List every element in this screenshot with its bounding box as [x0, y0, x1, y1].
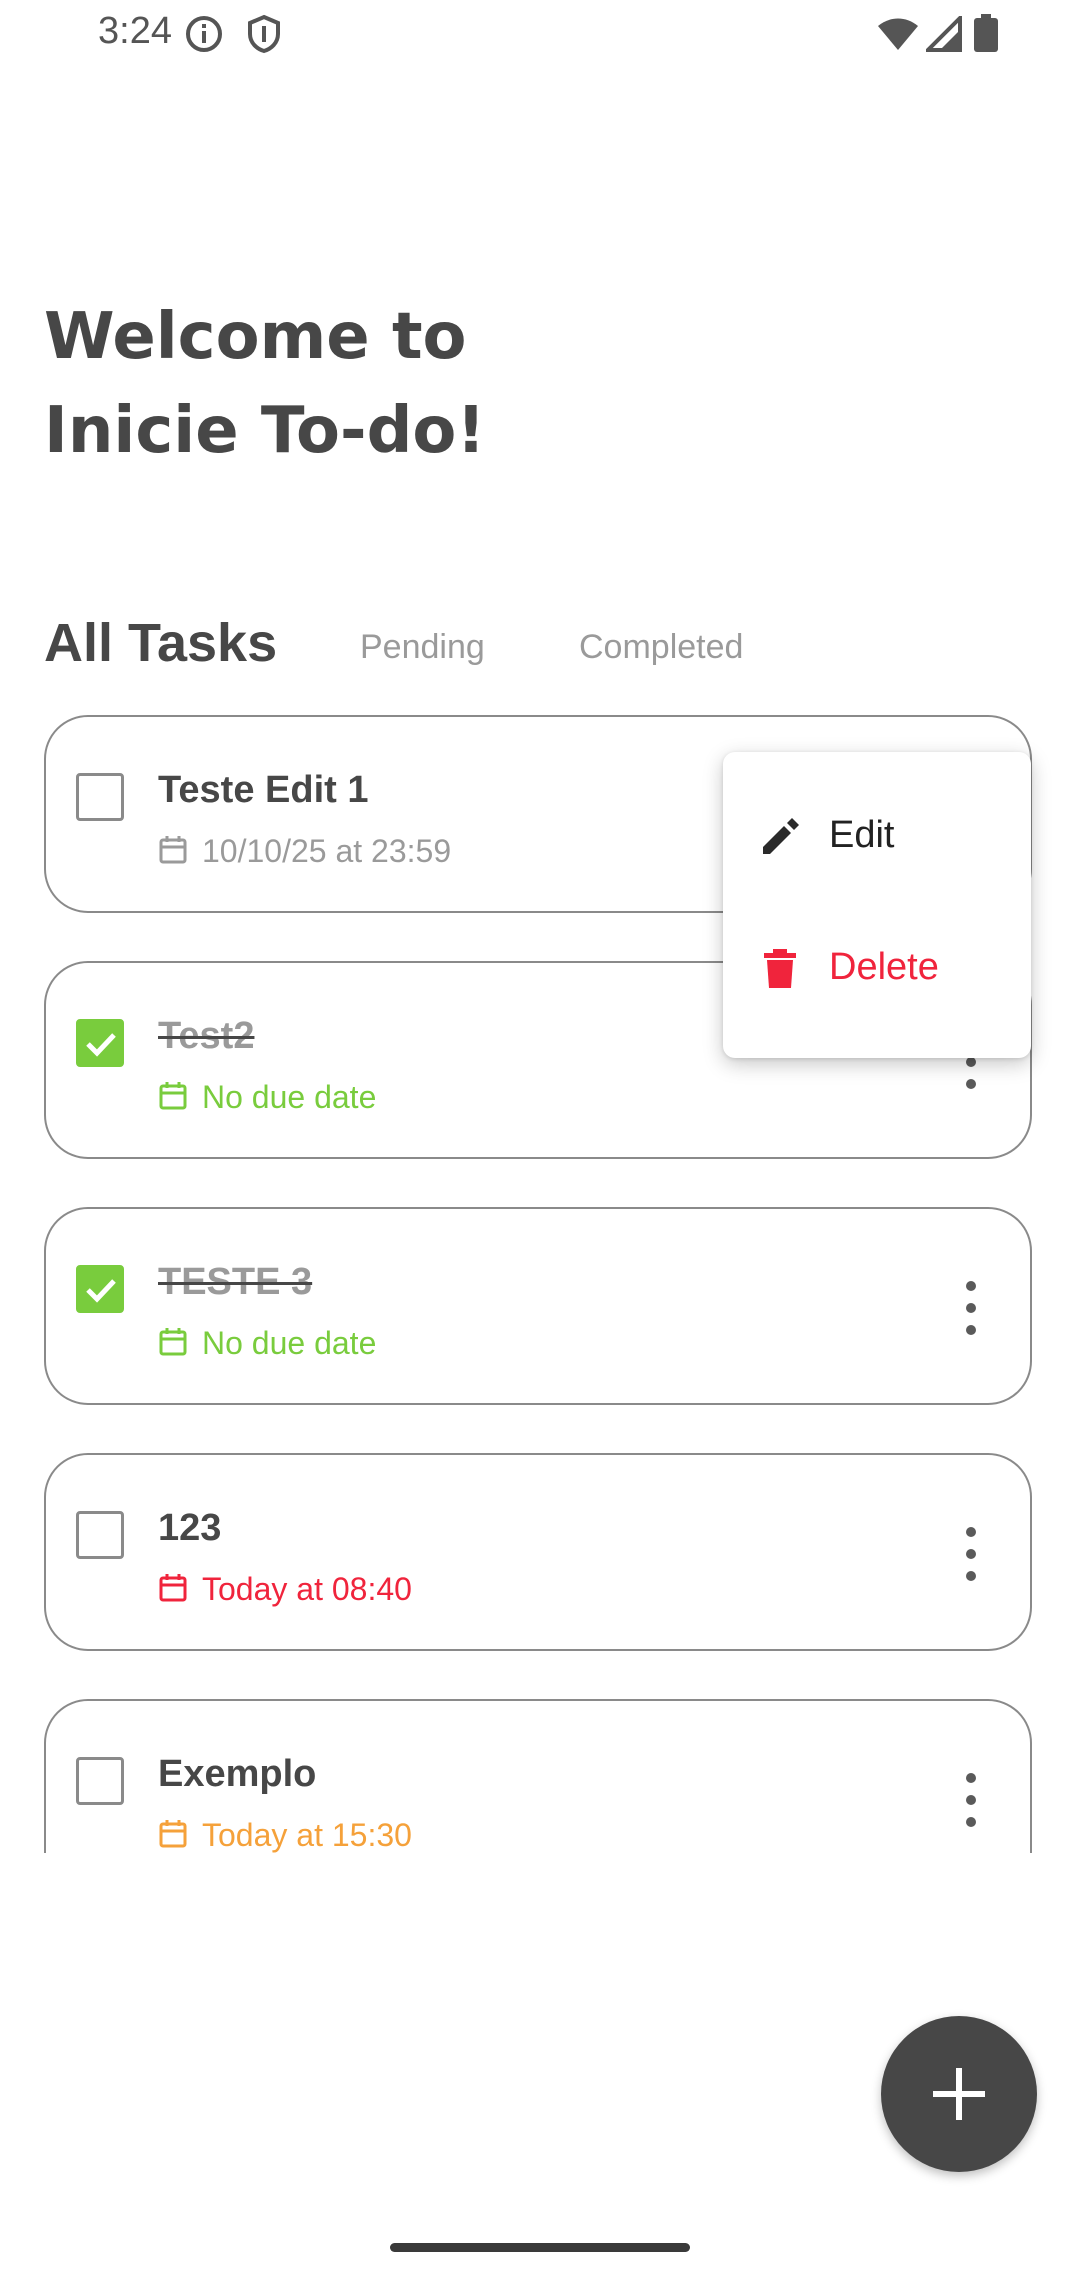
more-options-icon[interactable]	[958, 1773, 982, 1833]
task-due-text: 10/10/25 at 23:59	[202, 833, 452, 869]
trash-icon	[764, 949, 796, 988]
checkmark-icon	[86, 1279, 116, 1303]
home-indicator[interactable]	[390, 2243, 690, 2252]
task-title: Test2	[158, 1015, 255, 1057]
welcome-title-line1: Welcome to	[44, 300, 467, 374]
pencil-icon	[763, 818, 799, 854]
delete-label: Delete	[829, 946, 939, 988]
task-checkbox[interactable]	[76, 773, 124, 821]
shield-icon	[246, 14, 282, 59]
edit-label: Edit	[829, 814, 895, 856]
battery-icon	[974, 14, 998, 57]
task-due-text: Today at 08:40	[202, 1571, 412, 1607]
plus-icon	[933, 2068, 985, 2120]
task-checkbox-checked[interactable]	[76, 1019, 124, 1067]
task-due-text: No due date	[202, 1325, 377, 1361]
add-task-button[interactable]	[881, 2016, 1037, 2172]
task-title: Exemplo	[158, 1753, 317, 1795]
checkmark-icon	[86, 1033, 116, 1057]
task-due-text: Today at 15:30	[202, 1817, 412, 1853]
task-title: 123	[158, 1507, 222, 1549]
tab-completed[interactable]: Completed	[579, 628, 743, 667]
edit-menu-item[interactable]: Edit	[723, 776, 1031, 896]
info-icon	[184, 14, 224, 59]
more-options-icon[interactable]	[958, 1281, 982, 1341]
tab-all-tasks[interactable]: All Tasks	[44, 612, 277, 674]
task-title: Teste Edit 1	[158, 769, 369, 811]
welcome-title: Welcome to Inicie To-do!	[44, 290, 744, 478]
task-title: TESTE 3	[158, 1261, 313, 1303]
status-time: 3:24	[98, 10, 172, 52]
delete-menu-item[interactable]: Delete	[723, 908, 1031, 1028]
task-context-menu: Edit Delete	[723, 752, 1031, 1058]
task-checkbox[interactable]	[76, 1511, 124, 1559]
more-options-icon[interactable]	[958, 1527, 982, 1587]
task-due-text: No due date	[202, 1079, 377, 1115]
task-checkbox-checked[interactable]	[76, 1265, 124, 1313]
task-card[interactable]: TESTE 3 No due date	[44, 1207, 1032, 1405]
wifi-icon	[876, 16, 920, 57]
task-card[interactable]: 123 Today at 08:40	[44, 1453, 1032, 1651]
task-card[interactable]: Exemplo Today at 15:30	[44, 1699, 1032, 1853]
filter-tabs: All Tasks Pending Completed	[44, 612, 1044, 682]
status-bar: 3:24	[0, 0, 1080, 70]
signal-icon	[923, 13, 962, 57]
welcome-title-line2: Inicie To-do!	[44, 394, 486, 468]
task-checkbox[interactable]	[76, 1757, 124, 1805]
tab-pending[interactable]: Pending	[360, 628, 485, 667]
